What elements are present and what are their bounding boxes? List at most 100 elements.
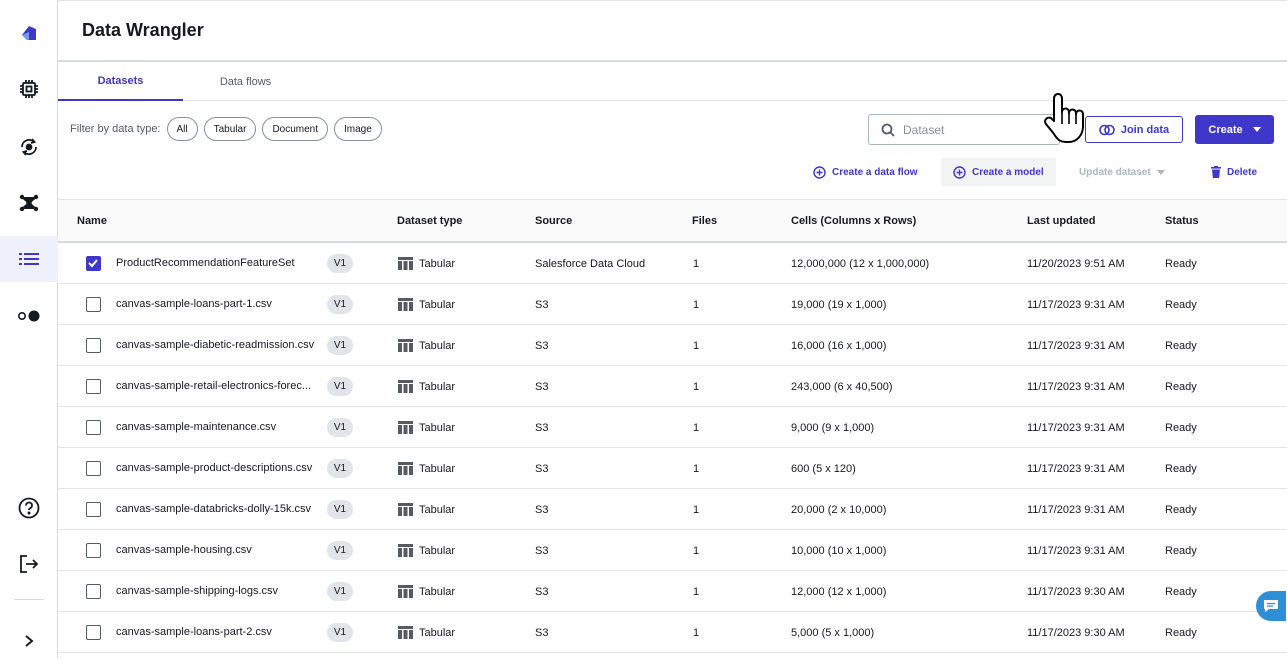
dataset-name[interactable]: canvas-sample-housing.csv [116,530,321,571]
dataset-name[interactable]: canvas-sample-loans-part-1.csv [116,284,321,325]
source: S3 [535,585,549,598]
files-count: 1 [693,626,700,639]
chip-icon[interactable] [0,66,58,112]
cells-count: 10,000 (10 x 1,000) [791,544,887,557]
dataset-name[interactable]: canvas-sample-maintenance.csv [116,407,321,448]
row-checkbox[interactable] [86,543,101,558]
dataset-name[interactable]: canvas-sample-diabetic-readmission.csv [116,325,321,366]
table-icon [398,503,413,516]
table-row[interactable]: canvas-sample-maintenance.csv V1 Tabular S3… [58,407,1287,448]
last-updated: 11/17/2023 9:31 AM [1027,298,1125,311]
cells-count: 12,000,000 (12 x 1,000,000) [791,257,930,270]
version-badge: V1 [327,500,353,519]
action-bar: Create a data flow Create a model Update… [58,158,1287,186]
dataset-type: Tabular [419,626,456,639]
filter-chip-all[interactable]: All [166,117,198,141]
dataset-name[interactable]: canvas-sample-retail-electronics-forec..… [116,366,321,407]
tab-data-flows[interactable]: Data flows [183,62,308,101]
last-updated: 11/17/2023 9:31 AM [1027,503,1125,516]
source: S3 [535,298,549,311]
page-title: Data Wrangler [82,20,204,40]
dataset-name[interactable]: canvas-sample-product-descriptions.csv [116,448,321,489]
search-input[interactable] [903,122,1043,137]
create-data-flow-button[interactable]: Create a data flow [813,158,918,186]
column-header-name[interactable]: Name [77,200,107,242]
column-header-source[interactable]: Source [535,200,572,242]
dataset-type-cell: Tabular [398,530,455,571]
filter-chip-document[interactable]: Document [262,117,329,141]
update-dataset-button[interactable]: Update dataset [1079,158,1165,186]
table-row[interactable]: canvas-sample-product-descriptions.csv V1… [58,448,1287,489]
sign-out-icon[interactable] [0,541,58,587]
dataset-type-cell: Tabular [398,366,455,407]
cells-count: 9,000 (9 x 1,000) [791,421,875,434]
table-icon [398,626,413,639]
column-header-last-updated[interactable]: Last updated [1027,200,1095,242]
table-row[interactable]: canvas-sample-diabetic-readmission.csv V1… [58,325,1287,366]
version-badge: V1 [327,377,353,396]
create-model-button[interactable]: Create a model [941,158,1056,186]
column-header-dataset-type[interactable]: Dataset type [397,200,462,242]
dataset-type-cell: Tabular [398,284,455,325]
create-label: Create [1208,123,1243,136]
delete-label: Delete [1227,166,1258,178]
join-data-button[interactable]: Join data [1085,116,1183,143]
row-checkbox[interactable] [86,297,101,312]
column-header-cells[interactable]: Cells (Columns x Rows) [791,200,916,242]
column-header-files[interactable]: Files [692,200,717,242]
table-row[interactable]: canvas-sample-loans-part-1.csv V1 Tabular S… [58,284,1287,325]
source: S3 [535,380,549,393]
dataset-name[interactable]: canvas-sample-loans-part-2.csv [116,612,321,653]
table-row[interactable]: ProductRecommendationFeatureSet V1 Tabular… [58,243,1287,284]
tab-datasets[interactable]: Datasets [58,62,183,101]
gen-ai-icon[interactable] [0,180,58,226]
canvas-logo-icon[interactable] [0,10,58,56]
cells-count: 5,000 (5 x 1,000) [791,626,875,639]
table-row[interactable]: canvas-sample-retail-electronics-forec..… [58,366,1287,407]
table-row[interactable]: canvas-sample-loans-part-2.csv V1 Tabular S… [58,612,1287,653]
row-checkbox[interactable] [86,502,101,517]
source: S3 [535,626,549,639]
help-icon[interactable] [0,485,58,531]
dataset-type-cell: Tabular [398,243,455,284]
last-updated: 11/17/2023 9:31 AM [1027,380,1125,393]
search-icon [881,123,895,137]
expand-icon[interactable] [0,618,58,664]
page-header: Data Wrangler [58,0,1287,62]
dataset-name[interactable]: canvas-sample-databricks-dolly-15k.csv [116,489,321,530]
dataset-name[interactable]: canvas-sample-shipping-logs.csv [116,571,321,612]
column-header-status[interactable]: Status [1165,200,1199,242]
dataset-name[interactable]: ProductRecommendationFeatureSet [116,243,321,284]
row-checkbox[interactable] [86,256,101,271]
toggle-icon[interactable] [0,293,58,339]
row-checkbox[interactable] [86,625,101,640]
join-data-label: Join data [1120,123,1170,136]
dataset-type: Tabular [419,339,456,352]
version-badge: V1 [327,295,353,314]
row-checkbox[interactable] [86,379,101,394]
delete-button[interactable]: Delete [1211,158,1257,186]
last-updated: 11/17/2023 9:31 AM [1027,544,1125,557]
row-checkbox[interactable] [86,338,101,353]
filter-chip-tabular[interactable]: Tabular [203,117,257,141]
table-row[interactable]: canvas-sample-housing.csv V1 Tabular S3 1 10,… [58,530,1287,571]
create-model-label: Create a model [972,166,1044,178]
model-cycle-icon[interactable] [0,124,58,170]
table-row[interactable]: canvas-sample-databricks-dolly-15k.csv V1… [58,489,1287,530]
version-badge: V1 [327,541,353,560]
filter-chip-image[interactable]: Image [334,117,382,141]
last-updated: 11/17/2023 9:30 AM [1027,626,1125,639]
dataset-type-cell: Tabular [398,612,455,653]
create-data-flow-label: Create a data flow [832,166,918,178]
table-row[interactable]: canvas-sample-shipping-logs.csv V1 Tabular… [58,571,1287,612]
row-checkbox[interactable] [86,584,101,599]
row-checkbox[interactable] [86,461,101,476]
row-checkbox[interactable] [86,420,101,435]
chat-button[interactable] [1256,591,1286,621]
search-box[interactable] [868,114,1060,145]
files-count: 1 [693,585,700,598]
files-count: 1 [693,380,700,393]
create-button[interactable]: Create [1195,115,1274,144]
list-icon[interactable] [0,236,58,282]
files-count: 1 [693,421,700,434]
